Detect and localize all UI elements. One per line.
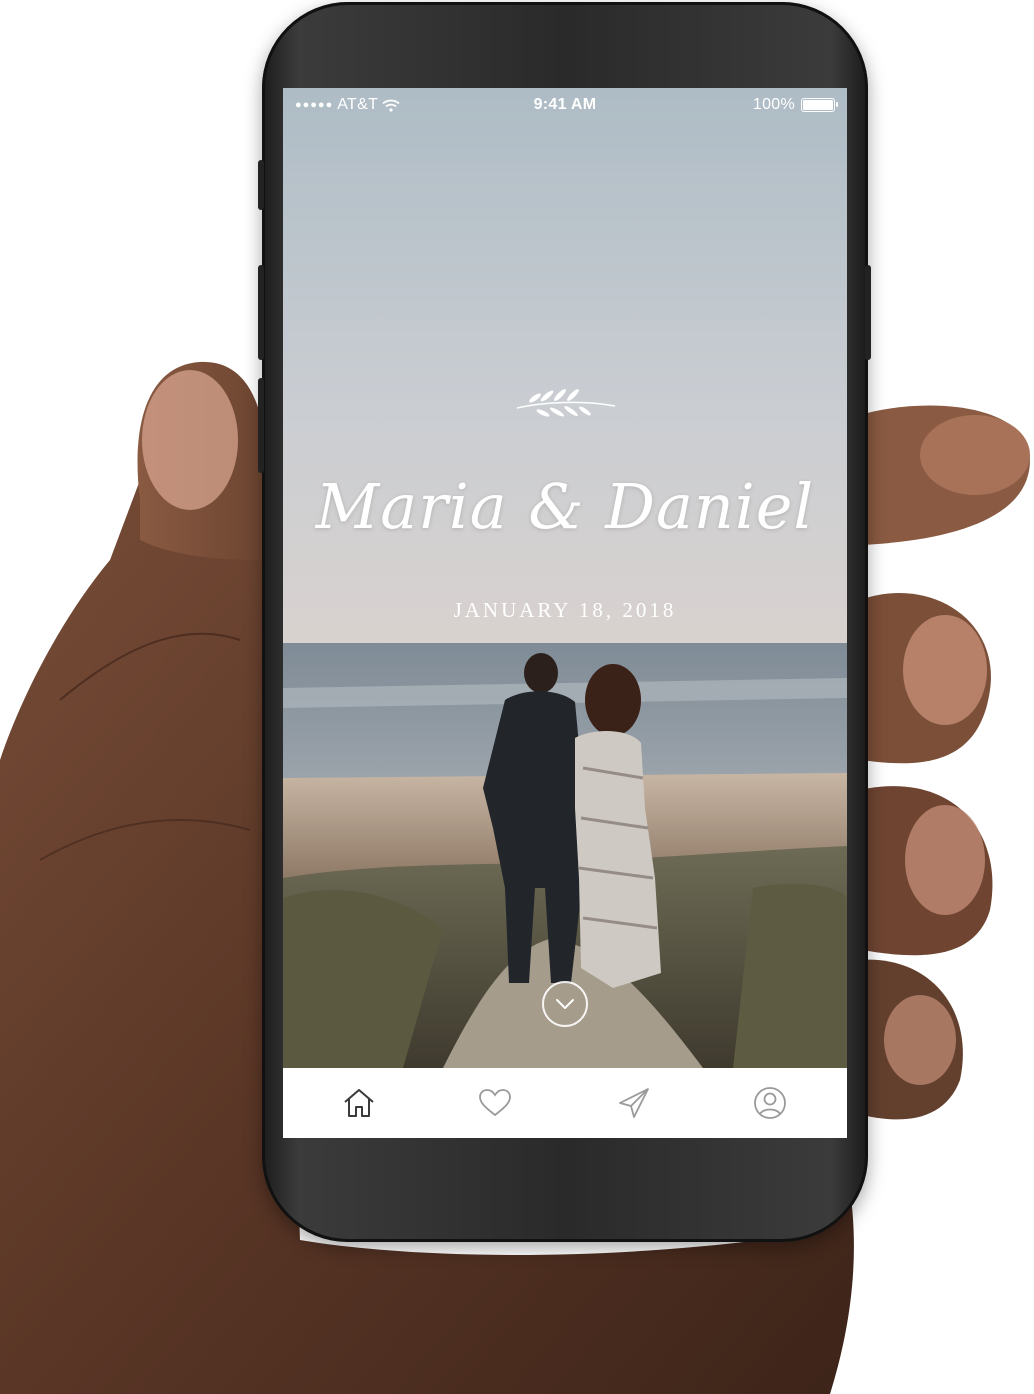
heart-icon bbox=[479, 1089, 511, 1117]
hero-photo bbox=[283, 88, 847, 1068]
chevron-down-icon bbox=[556, 999, 574, 1009]
power-button bbox=[865, 265, 871, 360]
volume-button bbox=[258, 265, 264, 360]
status-bar: ●●●●● AT&T 9:41 AM 100% bbox=[283, 88, 847, 122]
tab-home[interactable] bbox=[339, 1083, 379, 1123]
battery-icon bbox=[801, 98, 838, 112]
volume-button bbox=[258, 160, 264, 210]
tab-bar bbox=[283, 1068, 847, 1138]
couple-names-title: Maria & Daniel bbox=[315, 470, 815, 543]
tab-send[interactable] bbox=[614, 1083, 654, 1123]
profile-icon bbox=[754, 1087, 786, 1119]
laurel-branch-icon bbox=[516, 389, 616, 417]
tab-profile[interactable] bbox=[750, 1083, 790, 1123]
send-icon bbox=[619, 1088, 649, 1118]
wedding-date: JANUARY 18, 2018 bbox=[453, 598, 677, 622]
tab-favorites[interactable] bbox=[475, 1083, 515, 1123]
scroll-down-button[interactable] bbox=[542, 981, 588, 1027]
battery-percent: 100% bbox=[752, 96, 795, 113]
phone-screen: ●●●●● AT&T 9:41 AM 100% Maria & Daniel J… bbox=[283, 88, 847, 1138]
status-right: 100% bbox=[752, 96, 838, 114]
home-icon bbox=[344, 1089, 374, 1117]
volume-button bbox=[258, 378, 264, 473]
